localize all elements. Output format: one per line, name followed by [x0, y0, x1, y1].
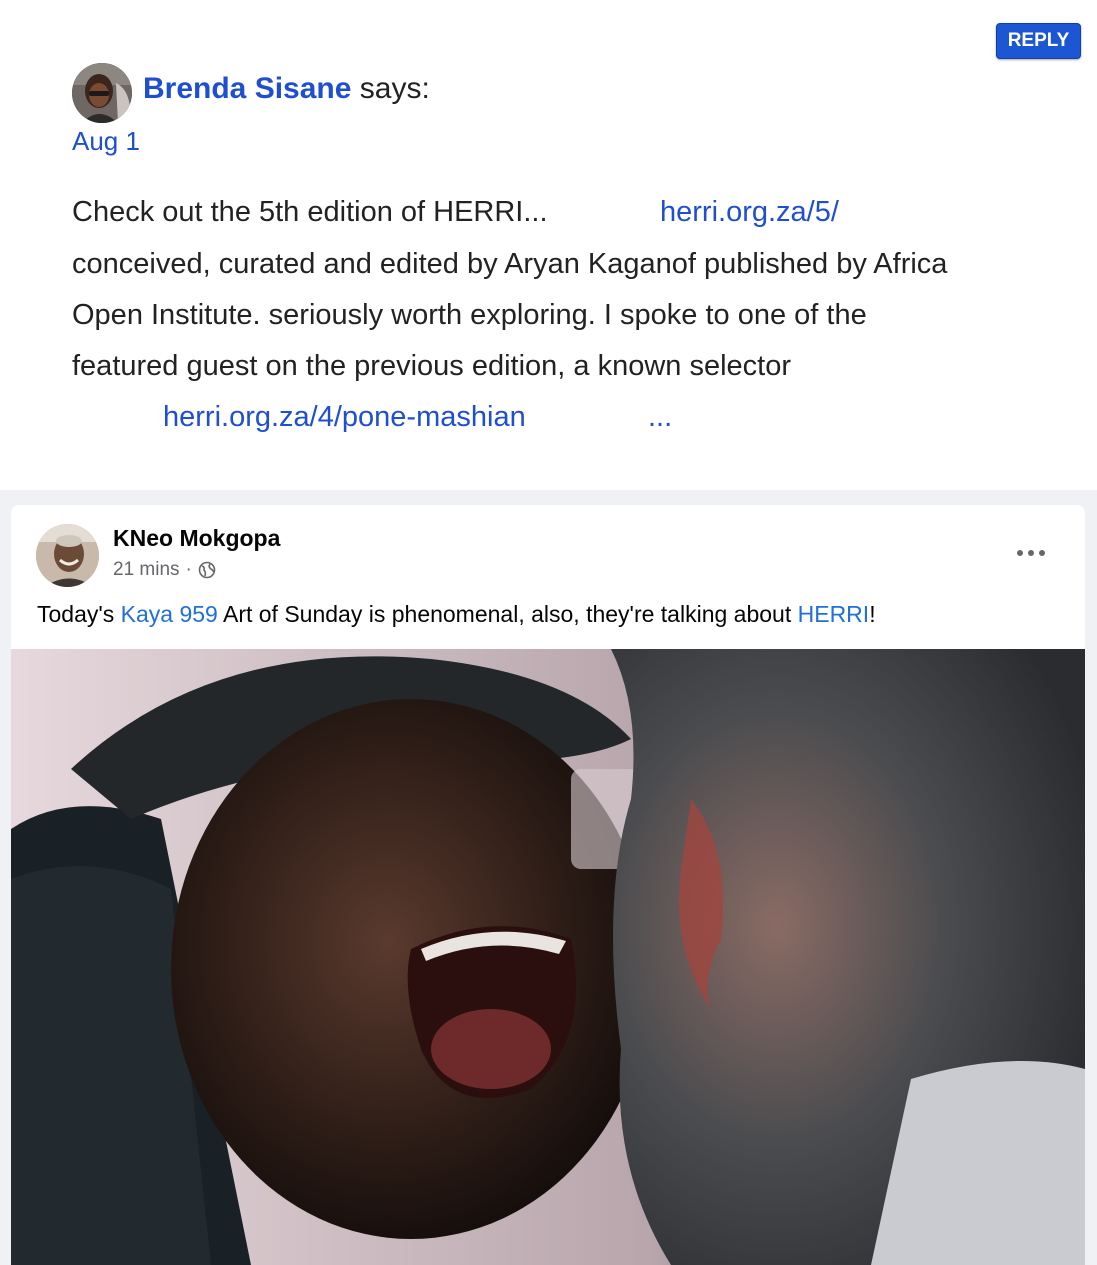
more-options-button[interactable]: [1011, 533, 1051, 573]
reply-button[interactable]: REPLY: [996, 23, 1081, 59]
comment-text: Check out the 5th edition of HERRI...: [72, 196, 548, 228]
comment-line-2: conceived, curated and edited by Aryan K…: [72, 248, 948, 280]
says-label: says:: [359, 72, 430, 105]
comment-date-link[interactable]: Aug 1: [72, 126, 140, 157]
post-time[interactable]: 21 mins: [113, 559, 180, 581]
comment-line-4: featured guest on the previous edition, …: [72, 350, 792, 382]
blog-comment: REPLY Brenda Sisane says: Aug 1 Check ou…: [0, 0, 1097, 490]
post-author-avatar[interactable]: [36, 524, 99, 587]
post-text-part: Today's: [37, 601, 121, 627]
comment-line-1: Check out the 5th edition of HERRI...: [72, 196, 548, 229]
post-text-part: !: [869, 601, 876, 627]
comment-author-link[interactable]: Brenda Sisane: [143, 72, 351, 105]
more-horizontal-icon: [1017, 550, 1045, 556]
read-more-ellipsis[interactable]: ...: [648, 401, 672, 434]
commenter-avatar[interactable]: [72, 63, 132, 123]
herri-5-link[interactable]: herri.org.za/5/: [660, 196, 839, 229]
post-photo: [11, 649, 1085, 1265]
post-image[interactable]: [11, 649, 1085, 1265]
comment-author-line: Brenda Sisane says:: [143, 72, 430, 106]
post-text: Today's Kaya 959 Art of Sunday is phenom…: [37, 601, 876, 628]
comment-line-3: Open Institute. seriously worth explorin…: [72, 299, 867, 331]
kaya-959-link[interactable]: Kaya 959: [121, 601, 218, 627]
herri-hashtag-link[interactable]: HERRI: [798, 601, 870, 627]
post-text-part: Art of Sunday is phenomenal, also, they'…: [217, 601, 798, 627]
facebook-post: KNeo Mokgopa 21 mins · Today's Kaya 959 …: [11, 505, 1085, 1265]
post-author-name[interactable]: KNeo Mokgopa: [113, 525, 280, 552]
avatar-image: [72, 63, 132, 123]
meta-separator: ·: [185, 559, 192, 580]
post-meta: 21 mins ·: [113, 559, 216, 581]
herri-4-link[interactable]: herri.org.za/4/pone-mashian: [163, 401, 526, 434]
avatar-image: [36, 524, 99, 587]
globe-icon[interactable]: [198, 561, 216, 579]
